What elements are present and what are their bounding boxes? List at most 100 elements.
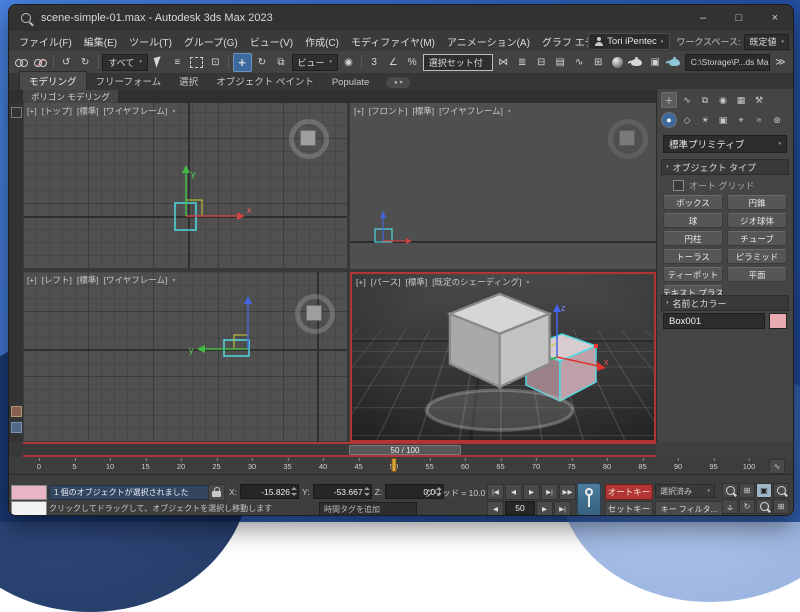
primitive-button-6[interactable]: トーラス <box>663 249 723 264</box>
zoom-extents-button[interactable]: ▣ <box>756 483 772 498</box>
viewcube-top[interactable] <box>289 119 329 159</box>
window-crossing-button[interactable]: ⊡ <box>207 54 224 71</box>
name-color-rollout-header[interactable]: ▾ 名前とカラー <box>661 295 789 311</box>
play-button[interactable]: ▶ <box>523 484 540 500</box>
ribbon-tab-2[interactable]: 選択 <box>170 72 207 90</box>
frame-tick-70[interactable]: 70 <box>532 462 540 471</box>
category-shapes[interactable]: ◇ <box>679 112 695 128</box>
move-gizmo-x-arrowhead[interactable] <box>237 212 245 220</box>
ribbon-tab-3[interactable]: オブジェクト ペイント <box>207 72 323 90</box>
zoom-region-button[interactable] <box>773 483 789 498</box>
viewport-front-shading-caret[interactable]: ▾ <box>508 108 511 115</box>
select-and-rotate-button[interactable]: ↻ <box>254 54 271 71</box>
close-button[interactable]: × <box>757 5 793 31</box>
menu-item-1[interactable]: 編集(E) <box>78 34 123 49</box>
rendered-frame-window-button[interactable]: ▣ <box>647 54 664 71</box>
primitive-button-7[interactable]: ピラミッド <box>727 249 787 264</box>
render-production-button[interactable] <box>666 54 683 71</box>
current-frame-marker[interactable] <box>392 458 397 472</box>
key-selection-dropdown[interactable]: 選択済み ▾ <box>655 484 715 498</box>
object-name-field[interactable]: Box001 <box>663 313 765 329</box>
box001-left-wireframe[interactable] <box>224 340 249 356</box>
y-coordinate-field[interactable]: -53.667 <box>313 484 372 499</box>
ribbon-tab-4[interactable]: Populate <box>323 75 379 90</box>
search-icon[interactable] <box>21 13 31 23</box>
menu-item-6[interactable]: モディファイヤ(M) <box>345 34 441 49</box>
selection-filter-dropdown[interactable]: すべて ▾ <box>102 54 148 71</box>
selection-lock-toggle[interactable] <box>208 484 225 501</box>
viewcube-left[interactable] <box>295 294 335 334</box>
frame-tick-40[interactable]: 40 <box>319 462 327 471</box>
tab-utilities[interactable]: ⚒ <box>751 92 767 108</box>
render-setup-button[interactable] <box>628 54 645 71</box>
menu-item-5[interactable]: 作成(C) <box>299 34 345 49</box>
align-button[interactable]: ≣ <box>514 54 531 71</box>
key-filters-button[interactable]: キー フィルタ... <box>655 501 723 516</box>
polygon-modeling-tab[interactable]: ポリゴン モデリング <box>23 90 118 103</box>
primitive-button-9[interactable]: 平面 <box>727 267 787 282</box>
category-systems[interactable]: ⊛ <box>769 112 785 128</box>
viewport-persp-label-0[interactable]: [+] <box>356 277 366 287</box>
previous-frame-button[interactable]: ◀ <box>487 501 504 516</box>
select-by-name-button[interactable]: ≡ <box>169 54 186 71</box>
frame-tick-20[interactable]: 20 <box>177 462 185 471</box>
material-editor-button[interactable] <box>609 54 626 71</box>
move-gizmo-z-arrowhead[interactable] <box>380 211 386 218</box>
maxscript-listener-field[interactable] <box>11 501 47 516</box>
go-to-end-button[interactable]: ▶▶ <box>559 484 576 500</box>
viewport-top[interactable]: [+][トップ][標準][ワイヤフレーム]▾ y x <box>23 103 347 269</box>
frame-tick-0[interactable]: 0 <box>37 462 41 471</box>
named-selection-set-field[interactable]: 選択セット付 <box>423 54 493 71</box>
viewport-left-label-1[interactable]: [レフト] <box>42 274 72 286</box>
menu-item-0[interactable]: ファイル(F) <box>13 34 78 49</box>
viewport-top-label-3[interactable]: [ワイヤフレーム] <box>104 105 168 117</box>
viewport-front[interactable]: [+][フロント][標準][ワイヤフレーム]▾ <box>350 103 656 269</box>
select-and-scale-button[interactable]: ⧉ <box>273 54 290 71</box>
primitive-button-8[interactable]: ティーポット <box>663 267 723 282</box>
viewport-persp-label-1[interactable]: [パース] <box>371 276 401 288</box>
layer-manager-button[interactable]: ⊟ <box>533 54 550 71</box>
viewport-front-label-2[interactable]: [標準] <box>412 105 434 117</box>
frame-tick-75[interactable]: 75 <box>567 462 575 471</box>
move-gizmo-x-arrowhead[interactable] <box>406 238 412 244</box>
redo-button[interactable]: ↻ <box>77 54 94 71</box>
viewport-front-label-1[interactable]: [フロント] <box>369 105 408 117</box>
left-strip-tool-icon[interactable] <box>11 406 22 417</box>
spinner-icon[interactable] <box>291 487 297 496</box>
viewport-persp-label-2[interactable]: [標準] <box>406 276 428 288</box>
orbit-button[interactable]: ↻ <box>739 499 755 514</box>
zoom-button[interactable] <box>722 483 738 498</box>
frame-tick-90[interactable]: 90 <box>674 462 682 471</box>
frame-tick-95[interactable]: 95 <box>709 462 717 471</box>
viewport-front-label-0[interactable]: [+] <box>354 106 364 116</box>
menu-item-3[interactable]: グループ(G) <box>178 34 244 49</box>
add-time-tag-field[interactable]: 時間タグを追加 <box>319 502 417 516</box>
ribbon-display-toggle[interactable]: ● ▾ <box>386 77 410 88</box>
field-of-view-button[interactable] <box>756 499 772 514</box>
primitive-button-2[interactable]: 球 <box>663 213 723 228</box>
track-bar[interactable]: 0510152025303540455055606570758085909510… <box>9 457 793 475</box>
previous-key-button[interactable]: ◀ <box>505 484 522 500</box>
tab-display[interactable]: ▦ <box>733 92 749 108</box>
frame-tick-80[interactable]: 80 <box>603 462 611 471</box>
percent-snap-button[interactable]: % <box>404 54 421 71</box>
category-spacewarps[interactable]: ≈ <box>751 112 767 128</box>
move-gizmo-plane-handle[interactable] <box>234 335 248 349</box>
macro-recorder-field[interactable] <box>11 485 47 500</box>
region-select-button[interactable] <box>188 54 205 71</box>
go-to-end-frame-button[interactable]: ▶| <box>554 501 571 516</box>
account-button[interactable]: Tori iPentec ▾ <box>588 33 670 50</box>
toolbar-overflow-button[interactable]: ≫ <box>772 54 789 71</box>
maximize-viewport-toggle[interactable]: ⊞ <box>773 499 789 514</box>
time-slider-handle[interactable]: 50 / 100 <box>349 445 461 455</box>
move-gizmo-z-arrowhead[interactable] <box>244 296 252 304</box>
viewcube-perspective[interactable] <box>352 274 654 440</box>
primitive-category-dropdown[interactable]: 標準プリミティブ ▾ <box>663 135 787 153</box>
mini-curve-editor-button[interactable]: ∿ <box>769 459 785 474</box>
frame-tick-55[interactable]: 55 <box>425 462 433 471</box>
undo-button[interactable]: ↺ <box>58 54 75 71</box>
frame-tick-10[interactable]: 10 <box>106 462 114 471</box>
next-key-button[interactable]: ▶| <box>541 484 558 500</box>
frame-ruler[interactable]: 0510152025303540455055606570758085909510… <box>39 457 749 474</box>
primitive-button-4[interactable]: 円柱 <box>663 231 723 246</box>
